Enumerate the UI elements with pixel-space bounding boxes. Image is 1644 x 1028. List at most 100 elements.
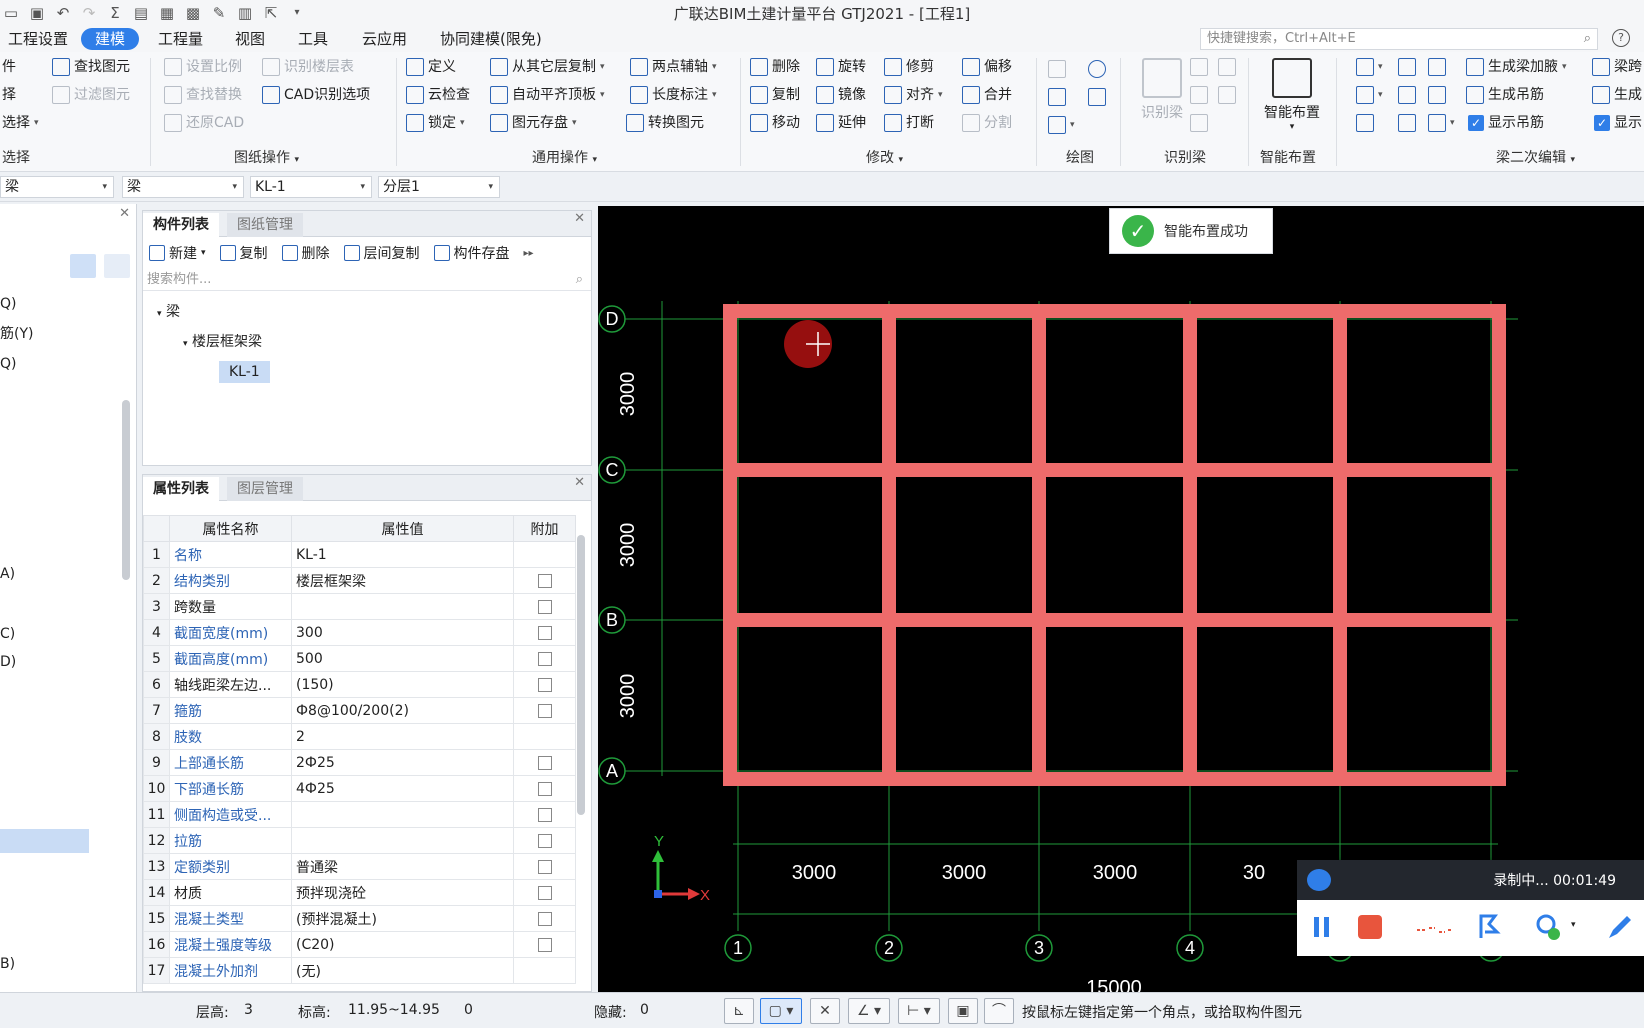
extend-button[interactable]: 延伸 (816, 112, 866, 134)
cloud-check-button[interactable]: 云检查 (406, 84, 470, 106)
recognize-tool-1[interactable] (1190, 56, 1208, 78)
interlayer-copy-button[interactable]: 层间复制 (343, 243, 420, 263)
generate-hanger-button[interactable]: 生成吊筋 (1466, 84, 1544, 106)
cad-options-button[interactable]: CAD识别选项 (262, 84, 370, 106)
property-value[interactable]: 300 (291, 619, 514, 646)
tab-layer-management[interactable]: 图层管理 (227, 477, 303, 501)
add-webcam-icon[interactable] (1533, 912, 1563, 942)
extra-checkbox[interactable] (537, 807, 552, 822)
tab-drawing-management[interactable]: 图纸管理 (227, 213, 303, 237)
filter-element-button[interactable]: 过滤图元 (52, 84, 130, 106)
property-row[interactable]: 5 截面高度(mm) 500 (143, 645, 576, 672)
nav-item[interactable]: A) (0, 564, 15, 584)
auto-align-slab-button[interactable]: 自动平齐顶板 ▾ (490, 84, 605, 106)
beam-tool-2[interactable] (1398, 56, 1416, 78)
extra-checkbox[interactable] (537, 573, 552, 588)
component-selector[interactable]: KL-1 ▾ (250, 176, 372, 198)
property-value[interactable]: 楼层框架梁 (291, 567, 514, 594)
generate-button[interactable]: 生成 (1592, 84, 1642, 106)
tab-cloud[interactable]: 云应用 (354, 28, 415, 50)
tab-tools[interactable]: 工具 (290, 28, 336, 50)
common-ops-group[interactable]: 通用操作 ▾ (532, 148, 597, 168)
delete-component-button[interactable]: 删除 (281, 243, 330, 263)
find-element-button[interactable]: 查找图元 (52, 56, 130, 78)
beam-tool-3[interactable] (1428, 56, 1446, 78)
ruler-icon[interactable]: ▥ (236, 4, 254, 22)
copy-from-other-layer-button[interactable]: 从其它层复制 ▾ (490, 56, 605, 78)
property-value[interactable] (291, 801, 514, 828)
tree-node-floor-frame-beam[interactable]: ▾ 楼层框架梁 (183, 331, 262, 353)
line-draw-button[interactable] (1048, 86, 1066, 108)
scrollbar[interactable] (577, 535, 585, 815)
table-icon[interactable]: ▦ (158, 4, 176, 22)
extra-checkbox[interactable] (537, 911, 552, 926)
property-row[interactable]: 1 名称 KL-1 (143, 541, 576, 568)
property-value[interactable]: 500 (291, 645, 514, 672)
list-view-icon[interactable] (70, 254, 96, 278)
property-row[interactable]: 2 结构类别 楼层框架梁 (143, 567, 576, 594)
tab-project-settings[interactable]: 工程设置 (0, 28, 76, 50)
property-row[interactable]: 17 混凝土外加剂 (无) (143, 957, 576, 984)
grid-icon[interactable]: ▩ (184, 4, 202, 22)
property-value[interactable]: (无) (291, 957, 514, 984)
beam-tool-8[interactable] (1398, 112, 1416, 134)
extra-checkbox[interactable] (537, 755, 552, 770)
property-row[interactable]: 11 侧面构造或受... (143, 801, 576, 828)
property-value[interactable]: 2Ф25 (291, 749, 514, 776)
extra-checkbox[interactable] (537, 703, 552, 718)
convert-element-button[interactable]: 转换图元 (626, 112, 704, 134)
redo-icon[interactable]: ↷ (80, 4, 98, 22)
cross-select-icon[interactable]: ✕ (810, 998, 840, 1024)
property-row[interactable]: 15 混凝土类型 (预拌混凝土) (143, 905, 576, 932)
lock-button[interactable]: 锁定 ▾ (406, 112, 465, 134)
sublayer-selector[interactable]: 分层1 ▾ (378, 176, 500, 198)
close-icon[interactable]: ✕ (574, 211, 585, 226)
pause-icon[interactable] (1307, 912, 1337, 942)
more-icon[interactable]: ▸▸ (524, 248, 534, 259)
scrollbar[interactable] (122, 400, 130, 580)
component-search-input[interactable]: 搜索构件... ⌕ (143, 269, 591, 291)
folder-icon[interactable]: ▭ (2, 4, 20, 22)
extra-checkbox[interactable] (537, 677, 552, 692)
move-button[interactable]: 移动 (750, 112, 800, 134)
delete-button[interactable]: 删除 (750, 56, 800, 78)
extra-checkbox[interactable] (537, 781, 552, 796)
recognize-tool-2[interactable] (1218, 56, 1236, 78)
beam-tool-7[interactable] (1356, 112, 1374, 134)
nav-item[interactable]: 筋(Y) (0, 324, 33, 344)
property-row[interactable]: 10 下部通长筋 4Ф25 (143, 775, 576, 802)
selection-box-icon[interactable]: ▢ ▾ (760, 998, 802, 1024)
extra-checkbox[interactable] (537, 833, 552, 848)
select-item-1[interactable]: 件 (2, 56, 16, 78)
pen-icon[interactable]: ✎ (210, 4, 228, 22)
property-value[interactable]: 预拌现浇砼 (291, 879, 514, 906)
property-value[interactable]: (150) (291, 671, 514, 698)
stop-icon[interactable] (1355, 912, 1385, 942)
modify-group[interactable]: 修改 ▾ (866, 148, 903, 168)
element-save-button[interactable]: 图元存盘 ▾ (490, 112, 577, 134)
recognize-tool-4[interactable] (1218, 84, 1236, 106)
property-value[interactable]: Ф8@100/200(2) (291, 697, 514, 724)
tree-node-beam[interactable]: ▾ 梁 (157, 301, 180, 323)
property-row[interactable]: 16 混凝土强度等级 (C20) (143, 931, 576, 958)
tab-property-list[interactable]: 属性列表 (143, 477, 219, 501)
two-point-axis-button[interactable]: 两点辅轴 ▾ (630, 56, 717, 78)
arc-icon[interactable]: ⌒ (984, 998, 1014, 1024)
dimension-icon[interactable]: ⊢ ▾ (898, 998, 940, 1024)
recognize-tool-5[interactable] (1190, 112, 1208, 134)
recognize-floor-table-button[interactable]: 识别楼层表 (262, 56, 354, 78)
smart-layout-button[interactable]: 智能布置 ▾ (1254, 56, 1330, 140)
close-icon[interactable]: ✕ (119, 206, 130, 221)
type-selector[interactable]: 梁 ▾ (122, 176, 244, 198)
beam-tool-1[interactable]: ▾ (1356, 56, 1383, 78)
nav-item[interactable]: B) (0, 954, 15, 974)
report-icon[interactable]: ▤ (132, 4, 150, 22)
extra-checkbox[interactable] (537, 651, 552, 666)
beam-tool-4[interactable]: ▾ (1356, 84, 1383, 106)
wave-icon[interactable] (1415, 912, 1455, 942)
shortcut-search-input[interactable]: 快捷键搜索，Ctrl+Alt+E ⌕ (1200, 28, 1598, 50)
property-value[interactable] (291, 827, 514, 854)
extra-checkbox[interactable] (537, 599, 552, 614)
extra-checkbox[interactable] (537, 885, 552, 900)
tab-modeling[interactable]: 建模 (81, 28, 140, 50)
